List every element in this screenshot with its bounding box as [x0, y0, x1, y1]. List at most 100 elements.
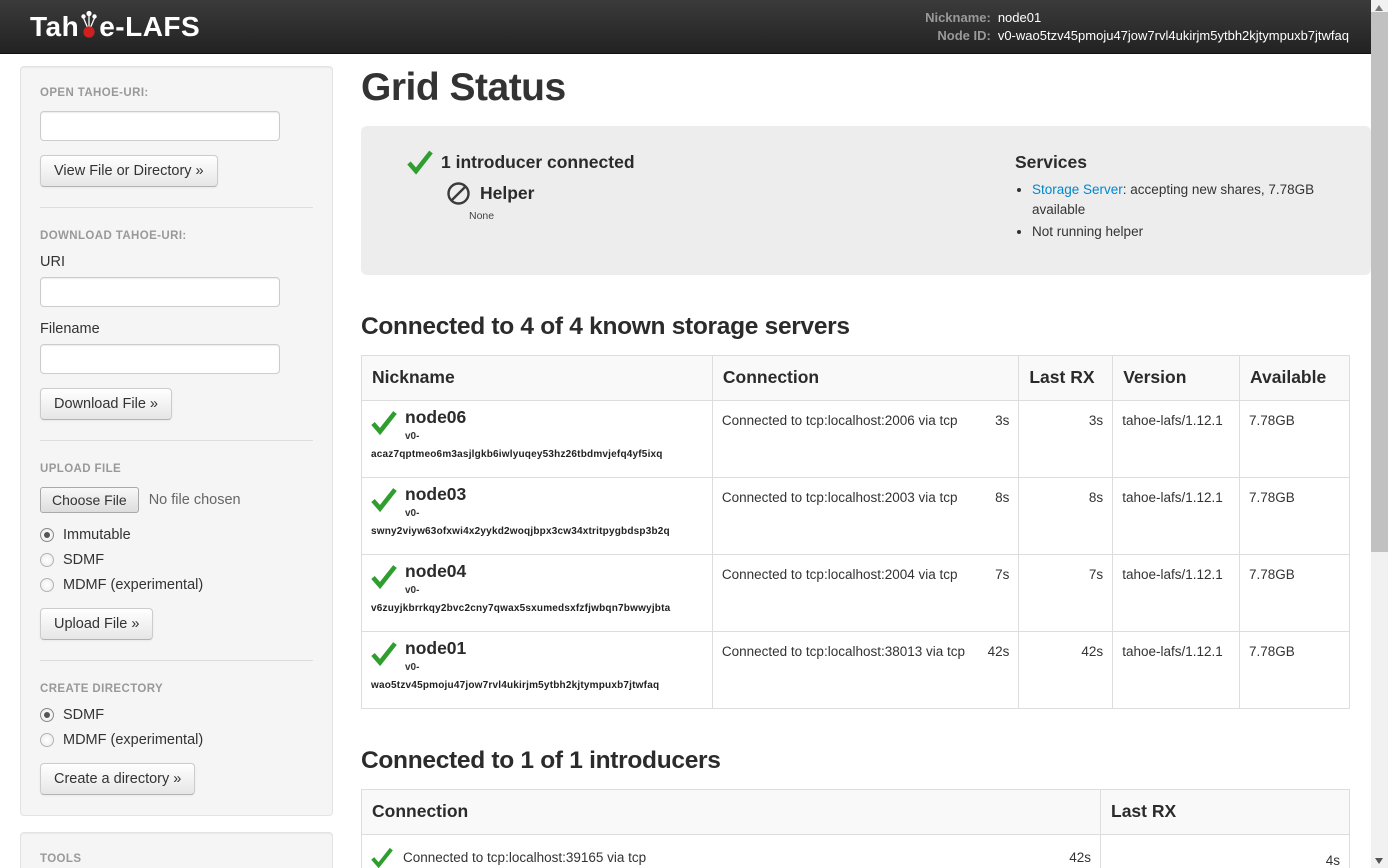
- radio-upload-sdmf-label[interactable]: SDMF: [63, 552, 104, 568]
- uri-field-label: URI: [40, 254, 313, 270]
- radio-dir-mdmf[interactable]: [40, 733, 54, 747]
- introducers-header-row: Connection Last RX: [362, 789, 1350, 834]
- logo-text-pre: Tah: [30, 11, 79, 43]
- status-block: 1 introducer connected Helper None: [407, 150, 635, 245]
- no-file-chosen-text: No file chosen: [149, 492, 241, 508]
- helper-disabled-icon: [446, 181, 471, 206]
- upload-format-option-mdmf[interactable]: MDMF (experimental): [40, 577, 313, 593]
- introducers-table: Connection Last RX Connected to tcp:loca…: [361, 789, 1350, 868]
- server-id-prefix: v0-: [405, 508, 466, 519]
- col-last-rx: Last RX: [1019, 355, 1113, 400]
- server-connection-age: 3s: [995, 413, 1009, 428]
- node-id-label: Node ID:: [925, 28, 991, 43]
- server-version: tahoe-lafs/1.12.1: [1113, 400, 1240, 477]
- radio-upload-mdmf-label[interactable]: MDMF (experimental): [63, 577, 203, 593]
- browser-scrollbar[interactable]: [1371, 0, 1388, 868]
- open-uri-heading: OPEN TAHOE-URI:: [40, 87, 313, 99]
- node-id-value: v0-wao5tzv45pmoju47jow7rvl4ukirjm5ytbh2k…: [998, 28, 1349, 43]
- service-item-storage: Storage Server: accepting new shares, 7.…: [1032, 180, 1345, 219]
- col-available: Available: [1240, 355, 1350, 400]
- top-navbar: Tah e-LAFS Nickname: node01 Node ID: v0-…: [0, 0, 1371, 54]
- col-intro-connection: Connection: [362, 789, 1101, 834]
- server-check-icon: [371, 562, 397, 592]
- radio-dir-sdmf-label[interactable]: SDMF: [63, 707, 104, 723]
- storage-server-link[interactable]: Storage Server: [1032, 182, 1123, 197]
- server-connection-age: 7s: [995, 567, 1009, 582]
- server-row-node01: node01 v0- wao5tzv45pmoju47jow7rvl4ukirj…: [362, 631, 1350, 708]
- sidebar-forms-panel: OPEN TAHOE-URI: View File or Directory »…: [20, 66, 333, 816]
- scrollbar-thumb[interactable]: [1371, 12, 1388, 552]
- server-available: 7.78GB: [1240, 400, 1350, 477]
- helper-status-label: Helper: [480, 183, 534, 204]
- create-directory-heading: CREATE DIRECTORY: [40, 683, 313, 695]
- server-version: tahoe-lafs/1.12.1: [1113, 554, 1240, 631]
- upload-file-heading: UPLOAD FILE: [40, 463, 313, 475]
- introducer-check-icon: [371, 846, 393, 868]
- col-nickname: Nickname: [362, 355, 713, 400]
- introducer-last-rx: 4s: [1101, 834, 1350, 868]
- tools-heading: TOOLS: [40, 853, 313, 865]
- server-last-rx: 3s: [1019, 400, 1113, 477]
- server-node-id: acaz7qptmeo6m3asjlgkb6iwlyuqey53hz26tbdm…: [371, 449, 703, 460]
- server-nickname: node06: [405, 408, 466, 427]
- storage-servers-table: Nickname Connection Last RX Version Avai…: [361, 355, 1350, 709]
- server-available: 7.78GB: [1240, 477, 1350, 554]
- scrollbar-down-arrow-icon[interactable]: [1371, 852, 1388, 868]
- radio-upload-mdmf[interactable]: [40, 578, 54, 592]
- upload-file-button[interactable]: Upload File »: [40, 608, 153, 640]
- col-version: Version: [1113, 355, 1240, 400]
- service-item-helper: Not running helper: [1032, 222, 1345, 242]
- tools-panel: TOOLS Recent and Active Operations: [20, 832, 333, 868]
- server-connection: Connected to tcp:localhost:38013 via tcp: [722, 644, 965, 659]
- radio-immutable-label[interactable]: Immutable: [63, 527, 131, 543]
- server-row-node03: node03 v0- swny2viyw63ofxwi4x2yykd2woqjb…: [362, 477, 1350, 554]
- introducer-connection-age: 42s: [1069, 850, 1091, 865]
- server-connection-age: 42s: [988, 644, 1010, 659]
- server-row-node04: node04 v0- v6zuyjkbrrkqy2bvc2cny7qwax5sx…: [362, 554, 1350, 631]
- server-last-rx: 7s: [1019, 554, 1113, 631]
- download-file-button[interactable]: Download File »: [40, 388, 172, 420]
- download-uri-input[interactable]: [40, 277, 280, 307]
- sidebar: OPEN TAHOE-URI: View File or Directory »…: [20, 66, 333, 868]
- upload-format-option-sdmf[interactable]: SDMF: [40, 552, 313, 568]
- server-node-id: v6zuyjkbrrkqy2bvc2cny7qwax5sxumedsxfzfjw…: [371, 603, 703, 614]
- tahoe-lafs-logo: Tah e-LAFS: [30, 11, 200, 43]
- server-check-icon: [371, 485, 397, 515]
- upload-format-option-immutable[interactable]: Immutable: [40, 527, 313, 543]
- radio-dir-mdmf-label[interactable]: MDMF (experimental): [63, 732, 203, 748]
- storage-servers-header-row: Nickname Connection Last RX Version Avai…: [362, 355, 1350, 400]
- dir-format-option-mdmf[interactable]: MDMF (experimental): [40, 732, 313, 748]
- nickname-label: Nickname:: [925, 10, 991, 25]
- radio-immutable[interactable]: [40, 528, 54, 542]
- main-content: Grid Status 1 introducer connected Helpe…: [361, 60, 1371, 868]
- server-row-node06: node06 v0- acaz7qptmeo6m3asjlgkb6iwlyuqe…: [362, 400, 1350, 477]
- choose-file-button[interactable]: Choose File: [40, 487, 139, 513]
- server-connection-age: 8s: [995, 490, 1009, 505]
- server-connection: Connected to tcp:localhost:2003 via tcp: [722, 490, 958, 505]
- server-last-rx: 8s: [1019, 477, 1113, 554]
- download-filename-input[interactable]: [40, 344, 280, 374]
- server-node-id: swny2viyw63ofxwi4x2yykd2woqjbpx3cw34xtri…: [371, 526, 703, 537]
- open-uri-input[interactable]: [40, 111, 280, 141]
- filename-field-label: Filename: [40, 321, 313, 337]
- col-connection: Connection: [712, 355, 1018, 400]
- view-file-button[interactable]: View File or Directory »: [40, 155, 218, 187]
- services-heading: Services: [1015, 152, 1345, 173]
- page-title: Grid Status: [361, 66, 1371, 110]
- server-last-rx: 42s: [1019, 631, 1113, 708]
- node-identity: Nickname: node01 Node ID: v0-wao5tzv45pm…: [925, 10, 1349, 43]
- open-uri-section: OPEN TAHOE-URI: View File or Directory »: [40, 87, 313, 187]
- create-directory-button[interactable]: Create a directory »: [40, 763, 195, 795]
- server-node-id: wao5tzv45pmoju47jow7rvl4ukirjm5ytbh2kjty…: [371, 680, 703, 691]
- introducer-row: Connected to tcp:localhost:39165 via tcp…: [362, 834, 1350, 868]
- server-nickname: node01: [405, 639, 466, 658]
- server-nickname: node03: [405, 485, 466, 504]
- server-version: tahoe-lafs/1.12.1: [1113, 477, 1240, 554]
- server-nickname: node04: [405, 562, 466, 581]
- radio-dir-sdmf[interactable]: [40, 708, 54, 722]
- server-version: tahoe-lafs/1.12.1: [1113, 631, 1240, 708]
- upload-file-section: UPLOAD FILE Choose File No file chosen I…: [40, 440, 313, 640]
- server-available: 7.78GB: [1240, 631, 1350, 708]
- radio-upload-sdmf[interactable]: [40, 553, 54, 567]
- dir-format-option-sdmf[interactable]: SDMF: [40, 707, 313, 723]
